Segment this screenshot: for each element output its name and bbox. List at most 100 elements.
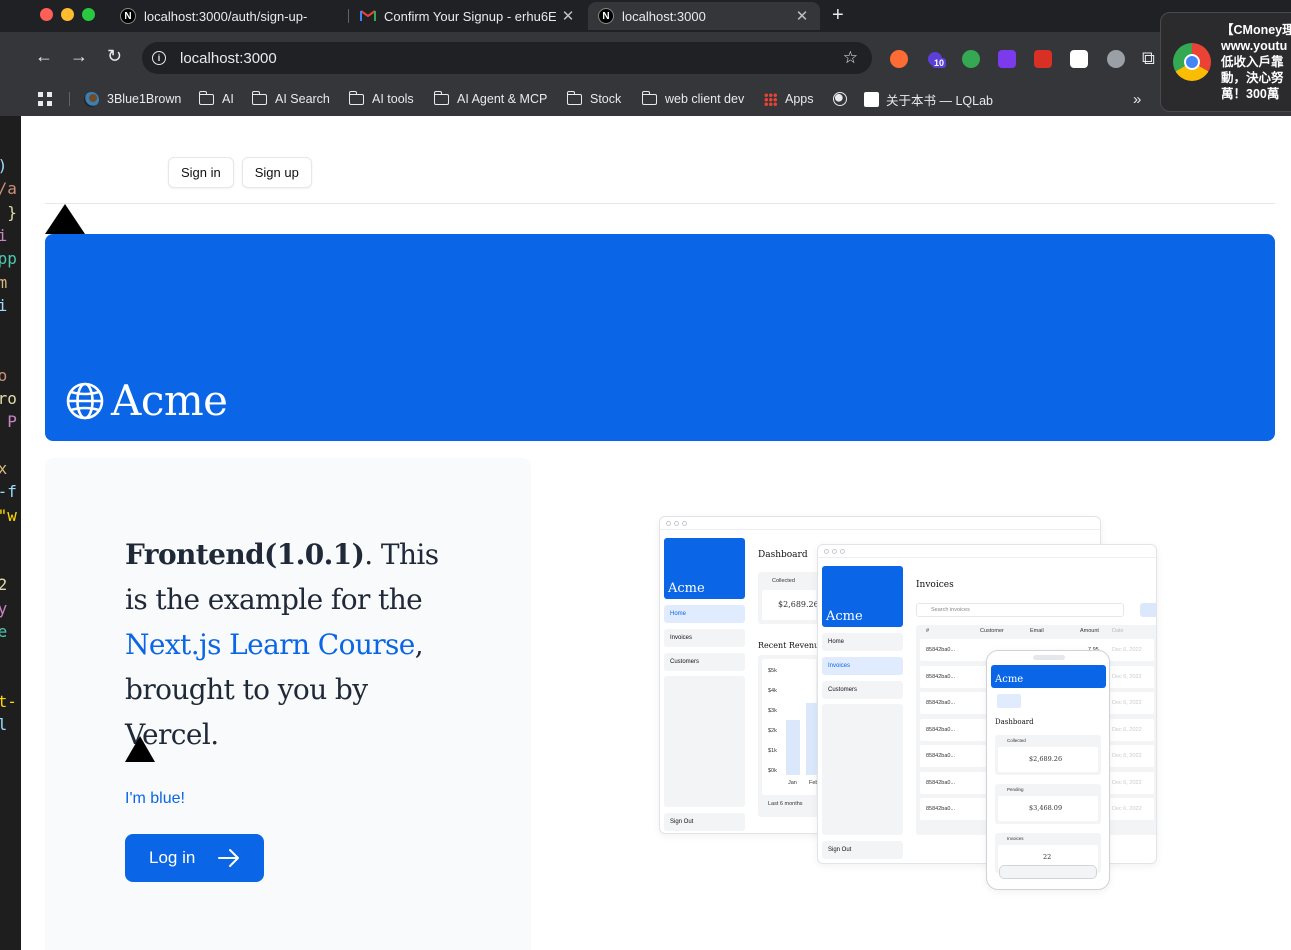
- mini-nav-invoices: Invoices: [664, 629, 745, 647]
- version-label: Frontend(1.0.1): [125, 538, 365, 571]
- blue-text: I'm blue!: [125, 790, 185, 807]
- editor-code-line: g/a: [0, 179, 17, 199]
- sign-up-button[interactable]: Sign up: [241, 157, 312, 188]
- extensions-puzzle-icon[interactable]: ⧉: [1142, 48, 1155, 69]
- extension-green-icon[interactable]: [962, 50, 980, 68]
- nextjs-favicon-icon: N: [120, 8, 136, 24]
- chrome-notification[interactable]: 【CMoney理 www.youtu 低收入戶靠 動，決心努 萬！300萬: [1160, 12, 1291, 112]
- vercel-triangle-icon: [125, 736, 155, 762]
- mini-nav-home: Home: [664, 605, 745, 623]
- mini-collected-card: Collected $2,689.26: [995, 735, 1101, 775]
- browser-tab-signup[interactable]: N localhost:3000/auth/sign-up-: [110, 2, 346, 30]
- bookmark-folder-ai[interactable]: AI: [198, 88, 234, 110]
- bookmark-star-icon[interactable]: ☆: [843, 48, 858, 68]
- apps-grid-icon[interactable]: [38, 88, 60, 110]
- bookmark-3blue1brown[interactable]: 3Blue1Brown: [84, 88, 181, 110]
- notification-text: 【CMoney理 www.youtu 低收入戶靠 動，決心努 萬！300萬: [1221, 23, 1291, 101]
- site-icon: [864, 91, 879, 107]
- editor-code-line: app: [0, 249, 17, 269]
- minimize-window-button[interactable]: [61, 8, 74, 21]
- browser-tab-gmail[interactable]: Confirm Your Signup - erhu6E ✕: [350, 2, 586, 30]
- close-tab-icon[interactable]: ✕: [794, 7, 810, 25]
- bookmark-lqlab[interactable]: 关于本书 — LQLab: [864, 88, 993, 110]
- extension-violet-icon[interactable]: [998, 50, 1016, 68]
- mini-search: Search invoices: [916, 603, 1124, 617]
- log-in-label: Log in: [149, 848, 196, 867]
- editor-code-line: li: [0, 225, 8, 245]
- bookmark-folder-ai-search[interactable]: AI Search: [251, 88, 330, 110]
- editor-code-line: /i: [0, 295, 8, 315]
- extension-red-icon[interactable]: [1034, 50, 1052, 68]
- bookmark-label: AI Agent & MCP: [457, 92, 548, 106]
- close-tab-icon[interactable]: ✕: [560, 7, 576, 25]
- mini-pending-card: Pending $3,468.09: [995, 784, 1101, 824]
- editor-code-line: w-f: [0, 482, 17, 502]
- apps-grid-icon: [764, 92, 777, 106]
- address-bar[interactable]: i localhost:3000 ☆: [142, 42, 872, 74]
- browser-chrome: N localhost:3000/auth/sign-up- Confirm Y…: [0, 0, 1291, 116]
- mini-acme-logo: Acme: [991, 665, 1106, 688]
- mobile-preview-dashboard: Acme Dashboard Collected $2,689.26 Pendi…: [986, 650, 1110, 890]
- extension-orange-icon[interactable]: [890, 50, 908, 68]
- bookmark-folder-stock[interactable]: Stock: [566, 88, 622, 110]
- bookmark-globe[interactable]: [833, 88, 847, 110]
- editor-code-line: ty: [0, 598, 8, 618]
- back-arrow-icon[interactable]: ←: [35, 46, 53, 67]
- tab-title: localhost:3000/auth/sign-up-: [144, 8, 308, 24]
- intro-card: Frontend(1.0.1). This is the example for…: [45, 458, 531, 950]
- close-window-button[interactable]: [40, 8, 53, 21]
- folder-icon: [198, 90, 214, 105]
- chrome-logo-icon: [1173, 43, 1211, 81]
- mini-nav-customers: Customers: [822, 681, 903, 699]
- site-info-icon[interactable]: i: [152, 51, 166, 65]
- tab-strip: N localhost:3000/auth/sign-up- Confirm Y…: [0, 0, 1291, 32]
- code-editor-strip: u)g/a} }liappom/i}rofron Pexw-f:"w?12tyl…: [0, 116, 21, 950]
- hero-banner: Acme: [45, 234, 1275, 441]
- bookmark-folder-web-client-dev[interactable]: web client dev: [641, 88, 744, 110]
- more-bookmarks-chevron-icon[interactable]: »: [1133, 88, 1141, 110]
- address-url: localhost:3000: [180, 49, 277, 67]
- reload-icon[interactable]: ↻: [107, 46, 122, 67]
- nextjs-learn-link[interactable]: Next.js Learn Course: [125, 628, 415, 661]
- editor-code-line: n P: [7, 412, 17, 432]
- new-tab-icon[interactable]: +: [832, 4, 844, 27]
- mini-acme-logo: Acme: [664, 538, 745, 599]
- arrow-right-icon: [218, 849, 239, 867]
- mini-heading: Dashboard: [758, 550, 808, 560]
- bookmark-label: Stock: [590, 92, 622, 106]
- mini-acme-logo: Acme: [822, 566, 903, 627]
- brand-name: Acme: [111, 376, 228, 425]
- browser-tab-localhost[interactable]: N localhost:3000 ✕: [588, 2, 820, 30]
- maximize-window-button[interactable]: [82, 8, 95, 21]
- bookmark-apps[interactable]: Apps: [764, 88, 814, 110]
- extension-gray-icon[interactable]: [1107, 50, 1125, 68]
- mini-heading: Invoices: [916, 580, 954, 590]
- browser-toolbar: ← → ↻ i localhost:3000 ☆: [0, 32, 1291, 82]
- bookmark-label: 3Blue1Brown: [107, 92, 182, 106]
- editor-code-line: le: [0, 622, 8, 641]
- folder-icon: [433, 90, 449, 105]
- tab-separator: [348, 9, 349, 23]
- bookmark-separator: [69, 92, 70, 106]
- mini-sidebar-space: [822, 704, 903, 835]
- editor-code-line: 12: [0, 575, 8, 595]
- mini-sign-out: Sign Out: [664, 813, 745, 831]
- folder-icon: [251, 90, 267, 105]
- sign-in-button[interactable]: Sign in: [168, 157, 234, 188]
- 3b1b-icon: [84, 91, 99, 107]
- bookmark-folder-ai-agent[interactable]: AI Agent & MCP: [433, 88, 548, 110]
- extension-white-icon[interactable]: [1070, 50, 1088, 68]
- extension-badge: 10: [932, 58, 947, 68]
- editor-code-line: it-: [0, 691, 17, 711]
- mini-create-button: [1140, 603, 1156, 617]
- top-nav: Sign in Sign up: [168, 157, 312, 188]
- tab-title: Confirm Your Signup - erhu6E: [384, 8, 556, 24]
- mini-collected-card: Collected $2,689.26: [758, 572, 820, 624]
- bookmark-folder-ai-tools[interactable]: AI tools: [348, 88, 414, 110]
- tab-title: localhost:3000: [622, 8, 706, 24]
- mini-nav-invoices: Invoices: [822, 657, 903, 675]
- log-in-button[interactable]: Log in: [125, 834, 264, 882]
- editor-code-line: ro: [0, 365, 8, 385]
- forward-arrow-icon[interactable]: →: [70, 46, 88, 67]
- editor-code-line: :"w: [0, 505, 17, 525]
